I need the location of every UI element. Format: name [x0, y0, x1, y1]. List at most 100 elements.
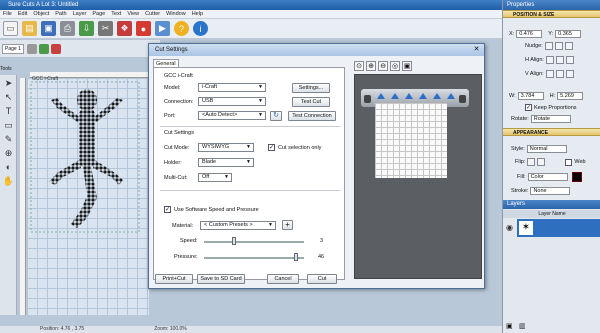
page-settings-icon[interactable] — [27, 44, 37, 54]
help-icon[interactable]: ? — [174, 21, 189, 36]
node-tool-icon[interactable]: ↖ — [2, 91, 15, 103]
style-dropdown[interactable]: Normal — [526, 145, 567, 153]
open-icon[interactable]: ▤ — [22, 21, 37, 36]
nudge-right-icon[interactable] — [564, 42, 573, 50]
pen-tool-icon[interactable]: ✎ — [2, 133, 15, 145]
cancel-button[interactable]: Cancel — [267, 274, 299, 284]
x-field[interactable]: 0.476 — [516, 30, 543, 38]
align-right-icon[interactable] — [565, 56, 574, 64]
pressure-slider-track[interactable] — [204, 257, 304, 259]
save-sd-button[interactable]: Save to SD Card — [197, 274, 245, 284]
web-label: Web — [574, 159, 586, 165]
info-icon[interactable]: i — [193, 21, 208, 36]
cut-selection-only-checkbox[interactable]: ✓ — [268, 144, 275, 151]
page-tab[interactable]: Page 1 — [2, 44, 24, 54]
model-dropdown[interactable]: i-Craft ▼ — [198, 83, 266, 92]
shape-tool-icon[interactable]: ▭ — [2, 119, 15, 131]
eraser-tool-icon[interactable]: ◐ — [2, 161, 15, 173]
add-page-icon[interactable] — [39, 44, 49, 54]
material-dropdown[interactable]: < Custom Presets > ▼ — [200, 221, 276, 230]
zoom-tool-icon[interactable]: ⊕ — [2, 147, 15, 159]
use-speed-pressure-checkbox[interactable]: ✓ — [164, 206, 171, 213]
delete-layer-icon[interactable]: ▥ — [519, 322, 526, 330]
align-left-icon[interactable] — [545, 56, 554, 64]
refresh-icon[interactable]: ↻ — [270, 111, 282, 121]
fill-color-swatch[interactable] — [571, 172, 582, 182]
position-size-section[interactable]: POSITION & SIZE — [503, 10, 600, 18]
cut-mode-label: Cut Mode: — [164, 145, 190, 151]
cut-button[interactable]: Cut — [307, 274, 337, 284]
apple-icon[interactable]: ● — [136, 21, 151, 36]
speed-slider-thumb[interactable] — [232, 237, 236, 245]
add-layer-icon[interactable]: ▣ — [506, 322, 513, 330]
zoom-page-icon[interactable]: ▣ — [402, 61, 412, 71]
holder-dropdown[interactable]: Blade ▼ — [198, 158, 254, 167]
zoom-out-icon[interactable]: ⊖ — [378, 61, 388, 71]
keep-proportions-checkbox[interactable]: ✓ — [525, 104, 532, 111]
pressure-value: 46 — [318, 254, 325, 260]
import-icon[interactable]: ⇩ — [79, 21, 94, 36]
new-icon[interactable]: ▭ — [3, 21, 18, 36]
print-icon[interactable]: ⎙ — [60, 21, 75, 36]
appearance-section[interactable]: APPEARANCE — [503, 128, 600, 136]
close-icon[interactable]: ✕ — [472, 46, 481, 54]
h-field[interactable]: 5.269 — [557, 92, 584, 100]
flip-vertical-icon[interactable] — [537, 158, 546, 166]
speed-slider-track[interactable] — [204, 241, 304, 243]
cutting-mat-canvas[interactable] — [27, 78, 149, 315]
gecko-shape[interactable] — [27, 78, 149, 315]
menu-help[interactable]: Help — [192, 11, 203, 17]
cut-settings-header: Cut Settings — [164, 130, 194, 136]
connection-dropdown[interactable]: USB ▼ — [198, 97, 266, 106]
align-bottom-icon[interactable] — [565, 70, 574, 78]
nudge-up-icon[interactable] — [544, 42, 553, 50]
zoom-actual-icon[interactable]: ◎ — [390, 61, 400, 71]
rotate-dropdown[interactable]: Rotate — [530, 115, 571, 123]
zoom-in-icon[interactable]: ⊕ — [366, 61, 376, 71]
port-dropdown[interactable]: <Auto Detect> ▼ — [198, 111, 266, 120]
x-label: X: — [509, 31, 515, 37]
w-field[interactable]: 3.784 — [517, 92, 544, 100]
menu-object[interactable]: Object — [33, 11, 49, 17]
menu-page[interactable]: Page — [92, 11, 105, 17]
menu-file[interactable]: File — [3, 11, 12, 17]
eye-icon[interactable]: ◉ — [506, 223, 513, 232]
flip-horizontal-icon[interactable] — [527, 158, 536, 166]
add-preset-icon[interactable]: + — [282, 220, 293, 230]
cut-dialog-icon[interactable]: ▶ — [155, 21, 170, 36]
pressure-slider-thumb[interactable] — [294, 253, 298, 261]
text-tool-icon[interactable]: T — [2, 105, 15, 117]
nudge-left-icon[interactable] — [554, 42, 563, 50]
gift-icon[interactable]: ❖ — [117, 21, 132, 36]
print-cut-button[interactable]: Print+Cut — [155, 274, 193, 284]
align-top-icon[interactable] — [545, 70, 554, 78]
web-checkbox[interactable] — [565, 158, 573, 166]
test-cut-button[interactable]: Test Cut — [292, 97, 330, 107]
delete-page-icon[interactable] — [51, 44, 61, 54]
layer-row[interactable]: ✶ — [517, 219, 600, 237]
y-field[interactable]: 0.365 — [555, 30, 582, 38]
align-center-icon[interactable] — [555, 56, 564, 64]
menu-cutter[interactable]: Cutter — [145, 11, 160, 17]
align-middle-icon[interactable] — [555, 70, 564, 78]
menu-view[interactable]: View — [127, 11, 139, 17]
cut-mode-dropdown[interactable]: WYSIWYG ▼ — [198, 143, 254, 152]
hand-tool-icon[interactable]: ✋ — [2, 175, 15, 187]
settings-button[interactable]: Settings... — [292, 83, 330, 93]
cut-icon[interactable]: ✂ — [98, 21, 113, 36]
menu-window[interactable]: Window — [166, 11, 186, 17]
stroke-dropdown[interactable]: None — [530, 187, 571, 195]
menu-edit[interactable]: Edit — [18, 11, 27, 17]
layers-panel: Layers Layer Name ◉ ✶ ▣ ▥ — [502, 200, 600, 333]
zoom-fit-icon[interactable]: ⊙ — [354, 61, 364, 71]
save-icon[interactable]: ▣ — [41, 21, 56, 36]
multicut-dropdown[interactable]: Off ▼ — [198, 173, 232, 182]
select-tool-icon[interactable]: ➤ — [2, 77, 15, 89]
menu-layer[interactable]: Layer — [73, 11, 87, 17]
page-tab-strip — [0, 40, 160, 57]
fill-dropdown[interactable]: Color — [527, 173, 568, 181]
test-connection-button[interactable]: Test Connection — [288, 111, 336, 121]
menu-path[interactable]: Path — [55, 11, 66, 17]
chevron-down-icon: ▼ — [224, 174, 229, 180]
menu-text[interactable]: Text — [111, 11, 121, 17]
